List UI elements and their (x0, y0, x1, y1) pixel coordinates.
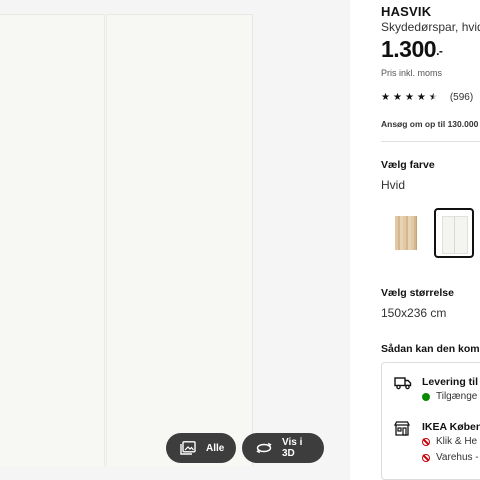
price-suffix: .- (436, 44, 443, 58)
star-full-icon: ★ (416, 91, 426, 103)
product-description: Skydedørspar, hvid (381, 20, 480, 34)
in-stock-dot-icon (422, 393, 430, 401)
product-image (0, 14, 252, 466)
size-label: Vælg størrelse (381, 287, 454, 299)
size-value[interactable]: 150x236 cm (381, 306, 446, 320)
colour-label: Vælg farve (381, 159, 435, 171)
oak-door-thumbnail (395, 216, 417, 250)
delivery-title[interactable]: Levering til (422, 376, 478, 388)
availability-heading: Sådan kan den kom (381, 343, 480, 355)
star-half-icon: ★ (428, 91, 438, 103)
rotate-3d-icon (256, 441, 272, 455)
colour-option-oak[interactable] (386, 208, 426, 258)
star-full-icon: ★ (381, 91, 390, 103)
click-collect-status: Klik & He (436, 436, 478, 447)
unavailable-icon (422, 438, 430, 446)
all-images-label: Alle (206, 442, 225, 454)
gallery-icon (180, 441, 196, 455)
warehouse-status: Varehus - (436, 452, 479, 463)
colour-value: Hvid (381, 178, 406, 192)
colour-option-white-selected[interactable] (434, 208, 474, 258)
delivery-status: Tilgænge (436, 391, 478, 402)
truck-icon (394, 376, 412, 395)
store-title[interactable]: IKEA Køben (422, 421, 480, 433)
all-images-button[interactable]: Alle (166, 433, 236, 463)
price-note: Pris inkl. moms (381, 68, 443, 78)
section-divider (381, 141, 480, 142)
product-price: 1.300.- (381, 36, 443, 63)
finance-link[interactable]: Ansøg om op til 130.000 (381, 119, 478, 129)
rating-summary[interactable]: ★ ★ ★ ★ ★ (596) (381, 92, 473, 103)
rating-count: (596) (449, 92, 474, 103)
star-full-icon: ★ (392, 91, 402, 103)
store-icon (393, 421, 411, 441)
unavailable-icon (422, 454, 430, 462)
door-seam (104, 14, 107, 466)
price-value: 1.300 (381, 36, 437, 62)
door-top-edge (0, 14, 252, 15)
product-image-gallery[interactable]: Alle Vis i 3D (0, 0, 350, 480)
white-door-thumbnail (443, 217, 467, 253)
star-full-icon: ★ (404, 91, 414, 103)
view-in-3d-label: Vis i 3D (282, 437, 303, 459)
product-name[interactable]: HASVIK (381, 4, 431, 19)
view-in-3d-button[interactable]: Vis i 3D (242, 433, 324, 463)
